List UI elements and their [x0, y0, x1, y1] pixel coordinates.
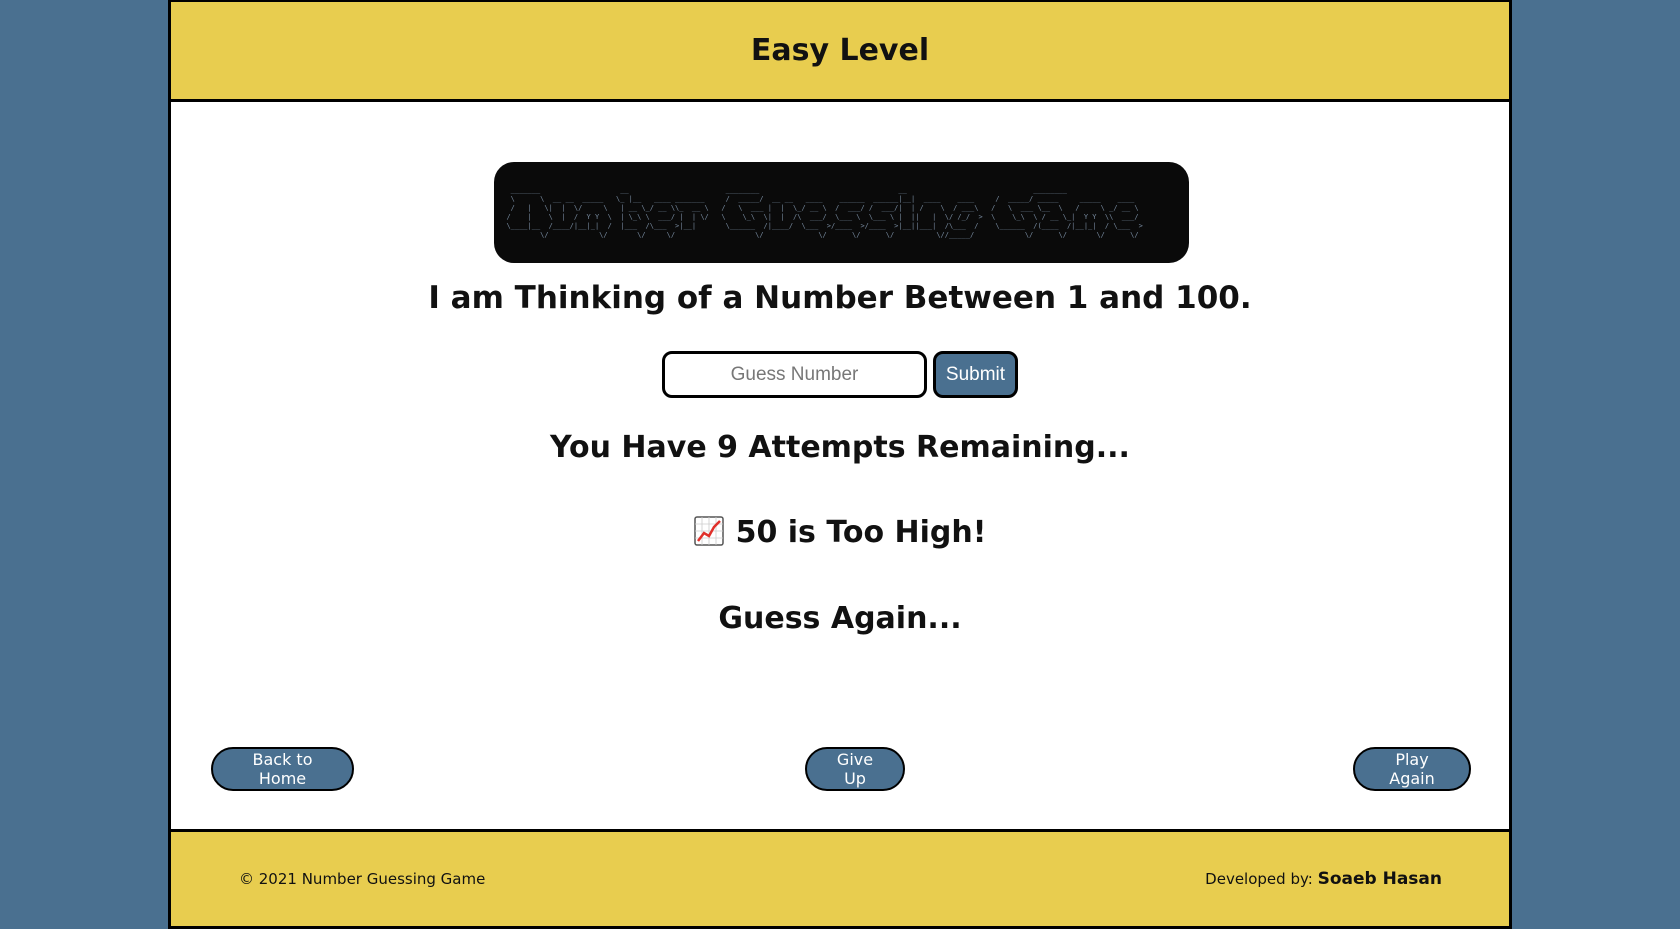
- feedback-line: 50 is Too High!: [171, 515, 1509, 550]
- guess-again-text: Guess Again...: [718, 601, 962, 636]
- feedback-text: 50 is Too High!: [735, 515, 987, 550]
- give-up-button[interactable]: Give Up: [805, 747, 905, 791]
- copyright-text: © 2021 Number Guessing Game: [239, 870, 486, 888]
- chart-increasing-icon: [693, 516, 724, 546]
- developer-name: Soaeb Hasan: [1317, 869, 1442, 889]
- header: Easy Level: [171, 2, 1509, 102]
- footer: © 2021 Number Guessing Game Developed by…: [171, 829, 1509, 926]
- game-window: Easy Level _______ __ ________ __ ______…: [168, 0, 1512, 929]
- page-title: Easy Level: [750, 33, 930, 68]
- ascii-art-logo: _______ __ ________ __ ________ \ \ __ _…: [494, 162, 1189, 263]
- back-to-home-button[interactable]: Back to Home: [211, 747, 354, 791]
- developer-credit: Developed by: Soaeb Hasan: [1205, 869, 1442, 889]
- main-content: _______ __ ________ __ ________ \ \ __ _…: [171, 102, 1509, 832]
- game-prompt: I am Thinking of a Number Between 1 and …: [428, 280, 1252, 316]
- attempts-remaining-text: You Have 9 Attempts Remaining...: [550, 430, 1130, 465]
- guess-input[interactable]: [662, 351, 927, 398]
- guess-form: Submit: [171, 351, 1509, 398]
- developer-label: Developed by:: [1205, 870, 1313, 888]
- submit-button[interactable]: Submit: [933, 351, 1018, 398]
- play-again-button[interactable]: Play Again: [1353, 747, 1471, 791]
